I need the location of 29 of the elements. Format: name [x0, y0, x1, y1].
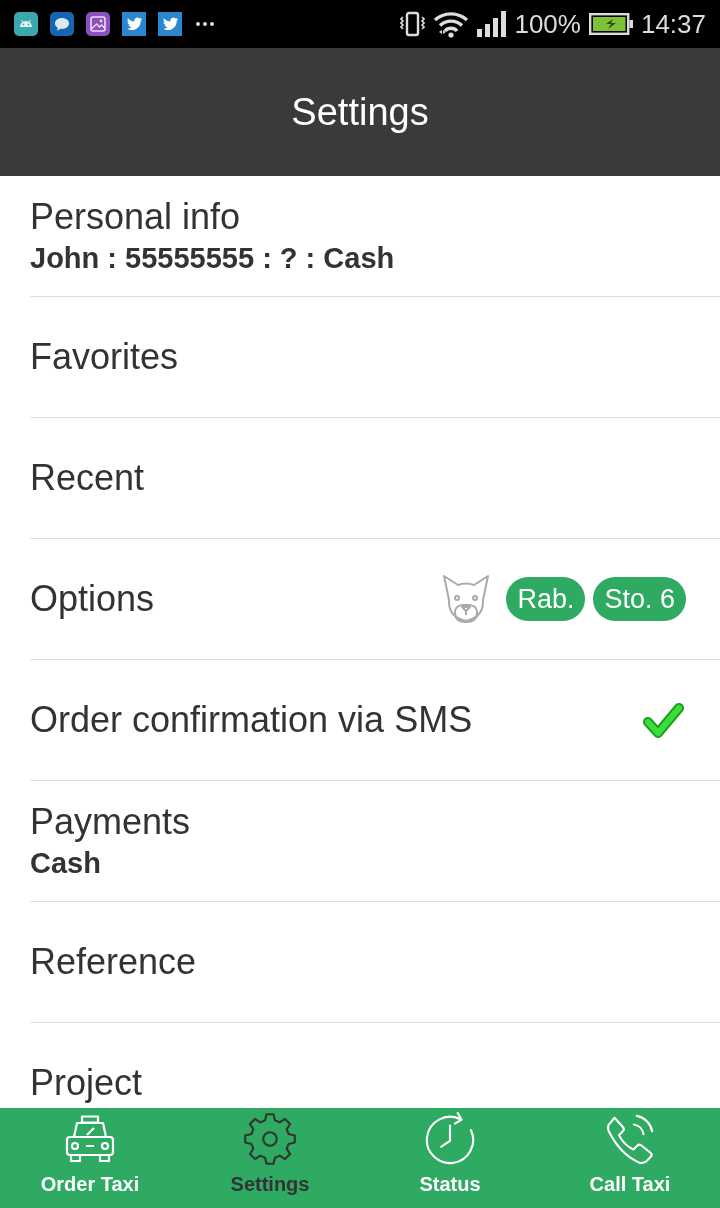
clock-icon: [423, 1112, 477, 1166]
setting-title[interactable]: Favorites: [30, 336, 179, 378]
clock-time: 14:37: [640, 9, 706, 39]
setting-value: John : 55555555 : ? : Cash: [30, 241, 395, 276]
bird-icon: [122, 12, 146, 36]
vibrate-icon: [400, 11, 426, 37]
wifi-icon: [433, 10, 470, 38]
nav-tab[interactable]: Settings: [180, 1108, 360, 1208]
setting-value: Cash: [30, 846, 101, 881]
setting-title[interactable]: Options: [30, 578, 155, 620]
picture-icon: [86, 12, 110, 36]
battery-percent: 100%: [514, 9, 581, 39]
screen-title: Settings: [291, 90, 429, 134]
signal-icon: [477, 11, 507, 37]
option-tag: Sto. 6: [593, 577, 686, 621]
setting-title[interactable]: Project: [30, 1062, 143, 1104]
option-tag: Rab.: [506, 577, 586, 621]
setting-title[interactable]: Personal info: [30, 196, 241, 238]
checkmark-icon[interactable]: [642, 700, 686, 740]
setting-title[interactable]: Order confirmation via SMS: [30, 699, 473, 741]
settings-icon: [243, 1112, 297, 1166]
setting-title[interactable]: Reference: [30, 941, 197, 983]
chat-bubble-icon: [50, 12, 74, 36]
bird-icon: [158, 12, 182, 36]
battery-icon: [588, 13, 633, 35]
robot-icon: [14, 12, 38, 36]
setting-title[interactable]: Recent: [30, 457, 145, 499]
setting-title[interactable]: Payments: [30, 801, 191, 843]
more-dots-icon: [196, 22, 214, 26]
